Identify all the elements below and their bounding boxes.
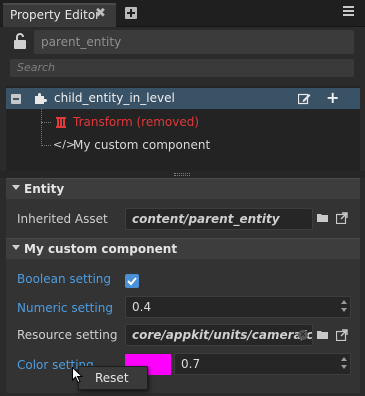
code-icon: </>: [53, 138, 76, 151]
clear-icon[interactable]: ✕: [298, 330, 308, 340]
section-title: My custom component: [24, 242, 178, 256]
puzzle-icon: [35, 93, 47, 104]
resource-setting-field[interactable]: core/appkit/units/camera/camera: [125, 324, 313, 346]
add-tab-icon[interactable]: [125, 7, 137, 19]
chevron-down-icon: [12, 245, 20, 250]
tree-guide: [41, 145, 51, 146]
open-external-icon[interactable]: [336, 329, 348, 341]
properties-panel: Entity Inherited Asset content/parent_en…: [6, 178, 360, 393]
lock-open-icon[interactable]: [14, 33, 26, 49]
numeric-stepper[interactable]: [340, 298, 348, 316]
tree-root-label: child_entity_in_level: [54, 91, 175, 105]
color-intensity-stepper[interactable]: [340, 355, 348, 373]
chevron-down-icon: [12, 185, 20, 190]
numeric-setting-input[interactable]: 0.4: [125, 296, 351, 318]
grip-icon: [174, 173, 190, 176]
column-icon: [56, 117, 66, 128]
checkmark-icon: [127, 277, 137, 286]
numeric-setting-label: Numeric setting: [17, 301, 113, 315]
section-title: Entity: [24, 182, 65, 196]
context-menu: Reset: [78, 366, 148, 390]
section-header-custom-component[interactable]: My custom component: [6, 238, 360, 259]
folder-icon[interactable]: [317, 213, 329, 223]
tree-guide: [41, 122, 51, 123]
folder-icon[interactable]: [317, 330, 329, 340]
edit-icon[interactable]: [298, 92, 311, 105]
tree-guide: [41, 109, 42, 146]
entity-tree: child_entity_in_level + Transform (remov…: [6, 86, 360, 171]
tab-bar: Property Editor ✖: [0, 0, 365, 27]
section-header-entity[interactable]: Entity: [6, 178, 360, 199]
boolean-setting-label: Boolean setting: [17, 272, 112, 286]
mouse-cursor-icon: [72, 367, 84, 384]
splitter[interactable]: [0, 171, 365, 178]
close-icon[interactable]: ✖: [95, 6, 106, 21]
add-component-icon[interactable]: +: [326, 90, 339, 106]
search-input[interactable]: Search: [10, 59, 354, 77]
tab-title: Property Editor: [10, 8, 101, 22]
tab-property-editor[interactable]: Property Editor ✖: [3, 3, 116, 27]
entity-name-field[interactable]: parent_entity: [34, 30, 354, 54]
tree-item-transform[interactable]: Transform (removed): [73, 115, 199, 129]
boolean-setting-checkbox[interactable]: [125, 274, 139, 288]
resource-setting-label: Resource setting: [17, 328, 118, 342]
tree-row-root[interactable]: child_entity_in_level +: [6, 88, 360, 109]
context-menu-item-reset[interactable]: Reset: [95, 371, 129, 385]
hamburger-menu-icon[interactable]: [343, 6, 354, 18]
inherited-asset-field[interactable]: content/parent_entity: [125, 208, 313, 230]
tree-item-custom-component[interactable]: My custom component: [73, 138, 210, 152]
inherited-asset-label: Inherited Asset: [17, 212, 108, 226]
collapse-icon[interactable]: [11, 94, 21, 104]
open-external-icon[interactable]: [336, 212, 348, 224]
color-intensity-input[interactable]: 0.7: [174, 353, 351, 375]
